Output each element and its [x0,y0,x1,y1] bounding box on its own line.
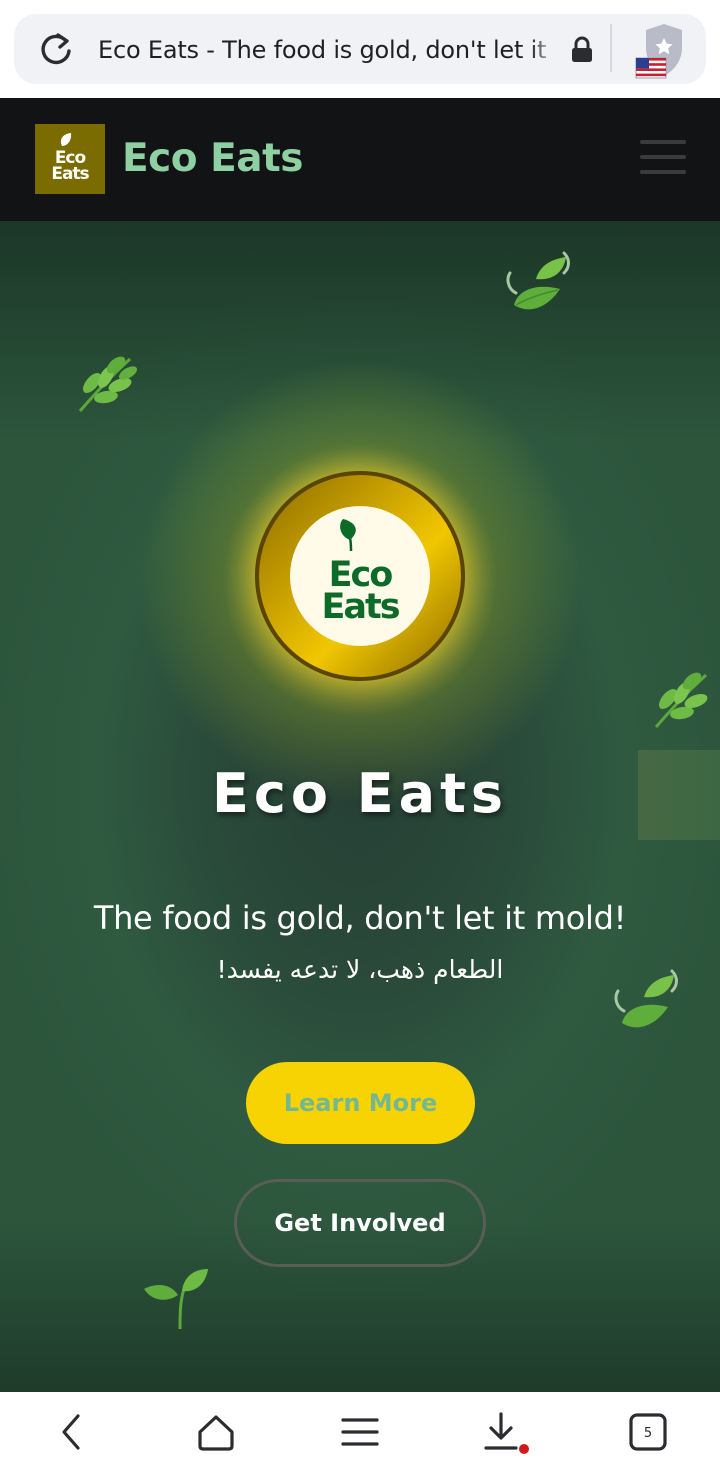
us-flag-icon [635,57,667,79]
tagline: The food is gold, don't let it mold! [93,899,627,937]
herb-leaf-icon [654,672,708,728]
herb-leaf-icon [78,356,138,412]
leaf-icon [60,133,72,146]
learn-more-button[interactable]: Learn More [246,1062,475,1144]
seedling-icon [144,1269,208,1330]
gold-coin-emblem: Eco Eats [255,471,465,681]
hero-section: Eco Eats Eco Eats The food is gold, don'… [0,221,720,1392]
vpn-shield-button[interactable] [620,20,692,80]
tabs-icon[interactable]: 5 [626,1410,670,1454]
site-header: Eco Eats Eco Eats [0,98,720,221]
brand-name[interactable]: Eco Eats [122,134,303,184]
logo-text-eats: Eats [51,164,89,184]
lock-icon[interactable] [570,36,594,64]
page: Eco Eats - The food is gold, don't let i… [0,0,720,1471]
site-logo[interactable]: Eco Eats [35,124,105,194]
reload-icon[interactable] [36,29,76,69]
home-icon[interactable] [194,1410,238,1454]
download-icon[interactable] [480,1410,529,1454]
back-icon[interactable] [50,1410,94,1454]
wind-leaf-icon [506,251,570,310]
hero-title: Eco Eats [211,762,509,825]
menu-icon[interactable] [338,1410,382,1454]
tagline-arabic: الطعام ذهب، لا تدعه يفسد! [216,955,504,984]
url-text[interactable]: Eco Eats - The food is gold, don't let i… [98,34,554,66]
emblem-text-eats: Eats [321,587,400,627]
hamburger-menu-icon[interactable] [640,138,686,178]
browser-toolbar: Eco Eats - The food is gold, don't let i… [0,0,720,98]
emblem-center: Eco Eats [290,506,430,646]
address-bar[interactable]: Eco Eats - The food is gold, don't let i… [14,14,706,84]
leaf-icon [340,519,356,552]
get-involved-button[interactable]: Get Involved [234,1179,486,1267]
tabs-count: 5 [644,1426,652,1441]
browser-bottom-nav: 5 [0,1392,720,1471]
url-separator [610,24,612,72]
url-fade [530,32,558,68]
